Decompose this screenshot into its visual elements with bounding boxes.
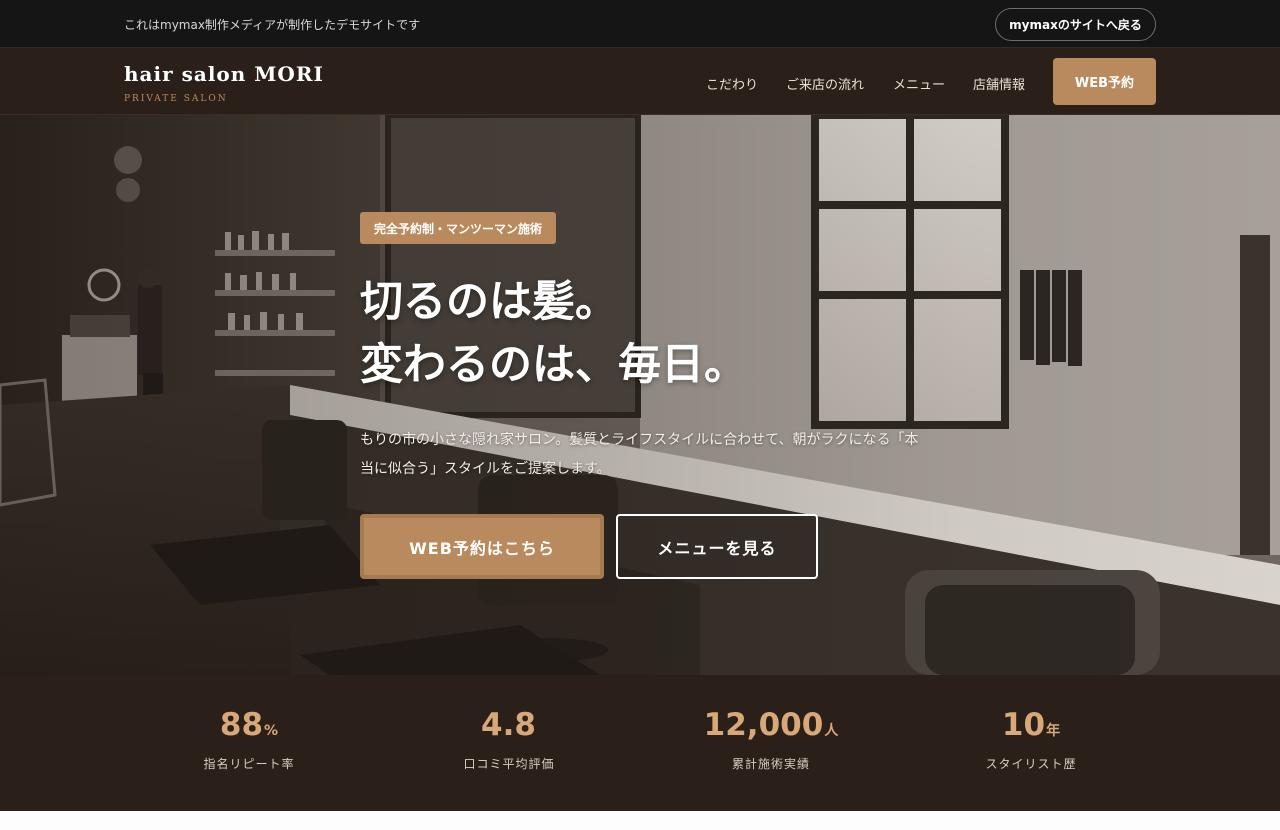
hero-headline-line2: 変わるのは、毎日。 xyxy=(360,340,747,390)
demo-notice-bar: これはmymax制作メディアが制作したデモサイトです mymaxのサイトへ戻る xyxy=(0,0,1280,48)
nav-link-flow[interactable]: ご来店の流れ xyxy=(786,74,864,93)
hero-web-reservation-button[interactable]: WEB予約はこちら xyxy=(360,514,604,579)
stat-label: 指名リピート率 xyxy=(203,757,295,771)
stat-stylist-years: 10年 スタイリスト歴 xyxy=(906,707,1156,772)
nav-link-kodawari[interactable]: こだわり xyxy=(706,74,758,93)
hero-badge: 完全予約制・マンツーマン施術 xyxy=(360,212,557,244)
stat-value: 88 xyxy=(219,707,264,743)
nav-link-shop-info[interactable]: 店舗情報 xyxy=(973,74,1025,93)
stat-value: 4.8 xyxy=(481,707,536,743)
site-logo-subtitle: PRIVATE SALON xyxy=(124,94,228,104)
hero-view-menu-button[interactable]: メニューを見る xyxy=(616,514,818,579)
stat-unit: % xyxy=(264,723,279,739)
stat-value: 12,000 xyxy=(703,707,824,743)
site-header: hair salon MORI PRIVATE SALON こだわり ご来店の流… xyxy=(0,48,1280,115)
demo-notice-text: これはmymax制作メディアが制作したデモサイトです xyxy=(124,18,421,32)
stat-review-rating: 4.8 口コミ平均評価 xyxy=(384,707,634,772)
stat-label: 口コミ平均評価 xyxy=(463,757,555,771)
hero-lead-text: もりの市の小さな隠れ家サロン。髪質とライフスタイルに合わせて、朝がラクになる「本… xyxy=(360,432,919,477)
stat-total-clients: 12,000人 累計施術実績 xyxy=(646,707,896,772)
stat-unit: 年 xyxy=(1046,723,1061,739)
site-logo[interactable]: hair salon MORI xyxy=(124,62,324,86)
page-bottom-edge xyxy=(0,811,1280,830)
header-web-reservation-button[interactable]: WEB予約 xyxy=(1053,58,1156,105)
stat-value: 10 xyxy=(1001,707,1046,743)
hero-headline: 切るのは髪。 変わるのは、毎日。 xyxy=(360,271,747,397)
hero-headline-line1: 切るのは髪。 xyxy=(360,277,618,327)
back-to-mymax-button[interactable]: mymaxのサイトへ戻る xyxy=(995,8,1156,41)
nav-link-menu[interactable]: メニュー xyxy=(893,74,945,93)
hero-section: 完全予約制・マンツーマン施術 切るのは髪。 変わるのは、毎日。 もりの市の小さな… xyxy=(0,115,1280,675)
stat-unit: 人 xyxy=(824,723,839,739)
stat-label: 累計施術実績 xyxy=(731,757,810,771)
stats-section: 88% 指名リピート率 4.8 口コミ平均評価 12,000人 累計施術実績 1… xyxy=(0,675,1280,811)
stat-label: スタイリスト歴 xyxy=(985,757,1077,771)
stat-repeat-rate: 88% 指名リピート率 xyxy=(124,707,374,772)
